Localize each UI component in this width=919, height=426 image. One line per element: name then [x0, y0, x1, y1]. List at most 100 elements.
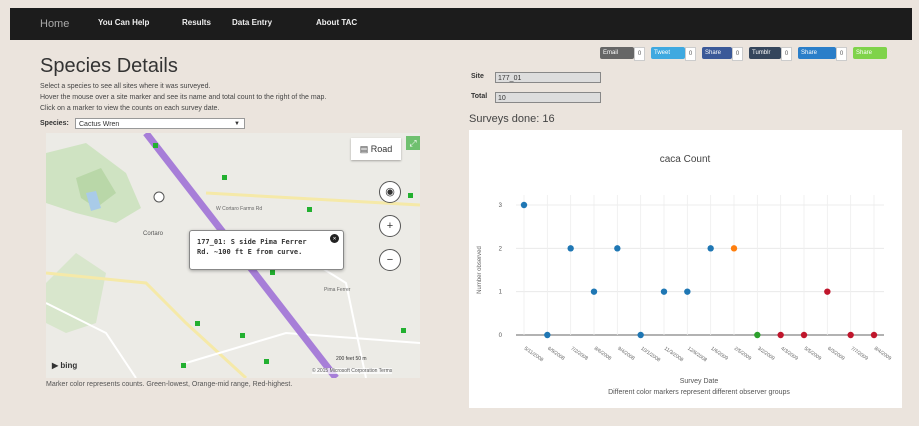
- map-attribution[interactable]: © 2015 Microsoft Corporation Terms: [312, 368, 393, 374]
- x-tick-label: 7/2/2008: [570, 346, 590, 362]
- data-point: [567, 245, 574, 252]
- place-label: Cortaro: [143, 231, 164, 237]
- plus-icon: +: [386, 220, 394, 232]
- bing-logo: ▶ bing: [52, 361, 78, 370]
- highway-shield-icon: [153, 191, 165, 203]
- share-button-1[interactable]: Tweet: [651, 47, 685, 59]
- species-selected-value: Cactus Wren: [79, 121, 120, 128]
- x-tick-label: 8/4/2009: [873, 346, 893, 362]
- count-chart-panel: caca Count 0 1 2 3 5/11/2008 6/9/2008 7/2/2008 8…: [469, 130, 902, 408]
- x-tick-label: 3/2/2009: [756, 346, 776, 362]
- fullscreen-button[interactable]: ⤢: [406, 136, 420, 150]
- chevron-down-icon: ▼: [234, 121, 240, 127]
- site-marker[interactable]: [401, 328, 406, 333]
- x-tick-label: 9/4/2008: [616, 346, 636, 362]
- y-tick-label: 2: [499, 246, 503, 252]
- site-field: 177_01: [495, 72, 601, 83]
- data-point: [800, 331, 808, 339]
- popup-line-1: 177_01: S side Pima Ferrer: [197, 238, 307, 246]
- x-axis-label: Survey Date: [680, 378, 719, 385]
- minus-icon: −: [386, 254, 394, 266]
- x-tick-label: 8/6/2008: [593, 346, 613, 362]
- road-label: W Cortaro Farms Rd: [216, 206, 262, 212]
- page-title: Species Details: [40, 55, 178, 77]
- share-count-3: 0: [781, 47, 792, 61]
- top-navigation-bar: Home You Can Help Results Data Entry Abo…: [10, 8, 912, 40]
- x-tick-label: 6/9/2008: [546, 346, 566, 362]
- locate-icon: ◉: [385, 186, 395, 198]
- site-marker[interactable]: [195, 321, 200, 326]
- data-point: [824, 288, 831, 295]
- expand-icon: ⤢: [409, 138, 417, 148]
- locate-button[interactable]: ◉: [379, 181, 401, 203]
- site-marker[interactable]: [153, 143, 158, 148]
- close-icon[interactable]: ✕: [330, 234, 339, 243]
- nav-results[interactable]: Results: [182, 18, 211, 27]
- road-label-2: Pima Ferrer: [324, 287, 351, 293]
- share-count-2: 0: [732, 47, 743, 61]
- map-type-label: Road: [370, 144, 393, 154]
- zoom-out-button[interactable]: −: [379, 249, 401, 271]
- species-select[interactable]: Cactus Wren ▼: [75, 118, 245, 129]
- y-tick-label: 3: [499, 203, 503, 209]
- share-button-3[interactable]: Tumblr: [749, 47, 781, 59]
- site-marker[interactable]: [264, 359, 269, 364]
- share-button-4[interactable]: Share: [798, 47, 836, 59]
- nav-you-can-help[interactable]: You Can Help: [98, 18, 149, 27]
- data-point: [754, 331, 761, 339]
- data-point: [520, 201, 528, 209]
- site-marker[interactable]: [181, 363, 186, 368]
- share-count-1: 0: [685, 47, 696, 61]
- chart-title: caca Count: [660, 154, 711, 165]
- nav-data-entry[interactable]: Data Entry: [232, 18, 272, 27]
- data-point: [590, 288, 598, 295]
- layers-icon: ▤: [359, 144, 371, 154]
- map-type-control[interactable]: ▤ Road: [351, 138, 401, 160]
- share-count-0: 0: [634, 47, 645, 61]
- total-field: 10: [495, 92, 601, 103]
- x-tick-label: 2/5/2009: [733, 346, 753, 362]
- site-popup: 177_01: S side Pima Ferrer Rd. ~100 ft E…: [189, 230, 344, 270]
- share-button-5[interactable]: Share: [853, 47, 887, 59]
- instruction-line-1: Select a species to see all sites where …: [40, 83, 211, 90]
- data-point: [544, 331, 551, 339]
- x-tick-label: 6/3/2009: [826, 346, 846, 362]
- nav-home-link[interactable]: Home: [40, 18, 69, 30]
- surveys-done-text: Surveys done: 16: [469, 113, 555, 125]
- data-point: [637, 331, 644, 339]
- chart-note: Different color markers represent differ…: [608, 389, 790, 396]
- site-marker[interactable]: [408, 193, 413, 198]
- x-tick-label: 4/3/2009: [780, 346, 800, 362]
- nav-about[interactable]: About TAC: [316, 18, 357, 27]
- instruction-line-2: Hover the mouse over a site marker and s…: [40, 94, 327, 101]
- site-marker[interactable]: [240, 333, 245, 338]
- x-tick-label: 11/3/2008: [663, 346, 685, 364]
- total-label: Total: [471, 93, 488, 100]
- y-tick-label: 1: [499, 290, 503, 296]
- data-point: [870, 331, 878, 339]
- share-button-0[interactable]: Email: [600, 47, 634, 59]
- count-chart: caca Count01235/11/2008 6/9/2008 7/2/2008 8…: [477, 154, 893, 396]
- data-point: [684, 288, 691, 295]
- popup-line-2: Rd. ~100 ft E from curve.: [197, 248, 303, 256]
- share-count-4: 0: [836, 47, 847, 61]
- site-marker[interactable]: [222, 175, 227, 180]
- x-tick-label: 7/7/2009: [850, 346, 870, 362]
- y-axis-label: Number observed: [477, 246, 483, 294]
- data-point: [730, 245, 738, 252]
- x-tick-label: 5/11/2008: [523, 346, 545, 364]
- site-map[interactable]: W Cortaro Farms Rd Cortaro Pima Ferrer ▤…: [46, 133, 420, 378]
- site-marker[interactable]: [270, 270, 275, 275]
- species-label: Species:: [40, 120, 69, 127]
- x-tick-label: 12/6/2008: [686, 346, 708, 364]
- site-marker[interactable]: [307, 207, 312, 212]
- data-point: [660, 288, 668, 295]
- marker-color-note: Marker color represents counts. Green-lo…: [46, 381, 293, 388]
- zoom-in-button[interactable]: +: [379, 215, 401, 237]
- x-tick-label: 5/5/2009: [803, 346, 823, 362]
- data-point: [847, 331, 854, 339]
- site-label: Site: [471, 73, 484, 80]
- x-tick-label: 1/6/2009: [710, 346, 730, 362]
- x-tick-label: 10/1/2008: [640, 346, 662, 364]
- share-button-2[interactable]: Share: [702, 47, 732, 59]
